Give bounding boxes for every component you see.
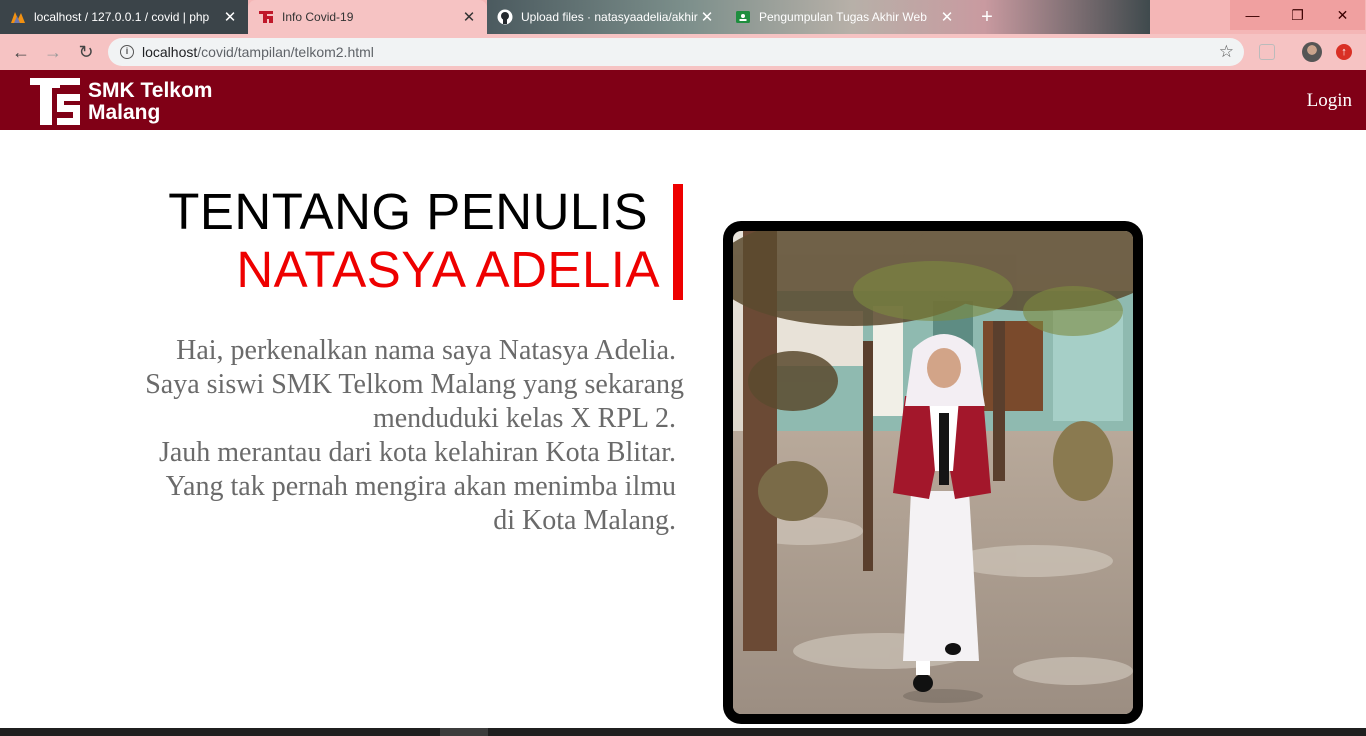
google-classroom-icon	[735, 9, 751, 25]
close-icon[interactable]: ✕	[461, 8, 477, 26]
extension-icon[interactable]	[1259, 44, 1275, 60]
os-taskbar	[0, 728, 1366, 736]
author-photo-frame	[723, 221, 1143, 724]
taskbar-item[interactable]	[440, 728, 488, 736]
chrome-menu-update-icon[interactable]: ↑	[1336, 44, 1352, 60]
site-logo-text[interactable]: SMK Telkom Malang	[88, 80, 212, 124]
telkom-logo-icon	[30, 76, 82, 126]
logo-line-2: Malang	[88, 101, 161, 124]
minimize-button[interactable]: —	[1230, 0, 1275, 30]
phpmyadmin-icon	[10, 9, 26, 25]
profile-avatar[interactable]	[1302, 42, 1322, 62]
telkom-favicon-icon	[258, 9, 274, 25]
address-host: localhost	[142, 44, 198, 60]
bio-line: menduduki kelas X RPL 2.	[372, 403, 676, 434]
bio-line: Hai, perkenalkan nama saya Natasya Adeli…	[176, 335, 676, 366]
browser-tab[interactable]: Upload files · natasyaadelia/akhir ✕	[487, 0, 725, 34]
tab-title: localhost / 127.0.0.1 / covid | php	[34, 10, 210, 24]
address-path: /covid/tampilan/telkom2.html	[197, 44, 374, 60]
new-tab-button[interactable]: +	[976, 6, 998, 28]
author-photo	[733, 231, 1133, 714]
bookmark-star-icon[interactable]: ☆	[1219, 42, 1234, 62]
bio-line: di Kota Malang.	[493, 505, 676, 536]
browser-tab[interactable]: Pengumpulan Tugas Akhir Web ✕	[725, 0, 965, 34]
bio-line: Jauh merantau dari kota kelahiran Kota B…	[158, 437, 676, 468]
restore-button[interactable]: ❐	[1275, 0, 1320, 30]
reload-icon[interactable]: ↻	[74, 40, 98, 64]
back-arrow-icon[interactable]: ←	[9, 40, 33, 64]
bio-line: Saya siswi SMK Telkom Malang yang sekara…	[145, 369, 684, 400]
github-icon	[497, 9, 513, 25]
browser-tab-active[interactable]: Info Covid-19 ✕	[248, 0, 487, 34]
browser-toolbar: ← → ↻ i localhost /covid/tampilan/telkom…	[0, 34, 1366, 70]
info-icon[interactable]: i	[120, 45, 134, 59]
close-icon[interactable]: ✕	[939, 8, 955, 26]
logo-line-1: SMK Telkom	[88, 79, 213, 102]
tab-title: Upload files · natasyaadelia/akhir	[521, 10, 698, 24]
close-window-button[interactable]: ✕	[1320, 0, 1365, 30]
close-icon[interactable]: ✕	[699, 8, 715, 26]
forward-arrow-icon[interactable]: →	[41, 40, 65, 64]
tab-title: Pengumpulan Tugas Akhir Web	[759, 10, 927, 24]
browser-tab[interactable]: localhost / 127.0.0.1 / covid | php ✕	[0, 0, 248, 34]
login-link[interactable]: Login	[1307, 90, 1352, 112]
tab-title: Info Covid-19	[282, 10, 354, 24]
author-bio: Hai, perkenalkan nama saya Natasya Adeli…	[60, 334, 684, 538]
page-title: TENTANG PENULIS NATASYA ADELIA	[100, 183, 660, 299]
bio-line: Yang tak pernah mengira akan menimba ilm…	[165, 471, 676, 502]
site-header: SMK Telkom Malang Login	[0, 70, 1366, 130]
browser-tab-bar: localhost / 127.0.0.1 / covid | php ✕ In…	[0, 0, 1366, 34]
close-icon[interactable]: ✕	[222, 8, 238, 26]
title-heading: TENTANG PENULIS	[168, 183, 648, 240]
author-name: NATASYA ADELIA	[236, 241, 660, 298]
address-bar[interactable]: i localhost /covid/tampilan/telkom2.html…	[108, 38, 1244, 66]
title-accent-bar	[673, 184, 683, 300]
